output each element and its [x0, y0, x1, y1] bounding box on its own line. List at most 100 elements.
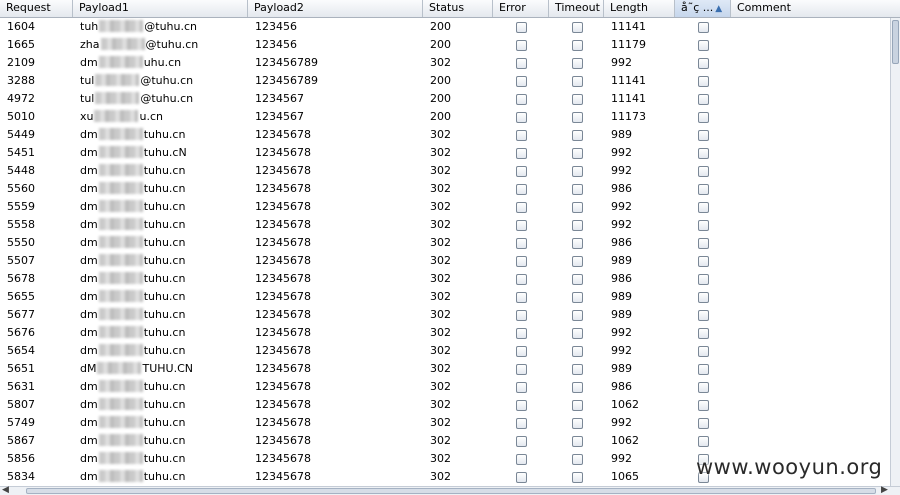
- timeout-checkbox[interactable]: [572, 310, 583, 321]
- flag-checkbox[interactable]: [698, 238, 709, 249]
- error-checkbox[interactable]: [516, 400, 527, 411]
- vertical-scroll-thumb[interactable]: [892, 20, 899, 64]
- flag-checkbox[interactable]: [698, 418, 709, 429]
- flag-checkbox[interactable]: [698, 94, 709, 105]
- table-row[interactable]: 5678 dm tuhu.cn 12345678 302 986: [0, 270, 890, 288]
- table-row[interactable]: 2109 dm uhu.cn 123456789 302 992: [0, 54, 890, 72]
- horizontal-scroll-thumb[interactable]: [26, 488, 876, 494]
- vertical-scrollbar[interactable]: [890, 18, 900, 486]
- table-row[interactable]: 5448 dm tuhu.cn 12345678 302 992: [0, 162, 890, 180]
- table-row[interactable]: 5867 dm tuhu.cn 12345678 302 1062: [0, 432, 890, 450]
- flag-checkbox[interactable]: [698, 310, 709, 321]
- table-row[interactable]: 5655 dm tuhu.cn 12345678 302 989: [0, 288, 890, 306]
- table-row[interactable]: 5010 xu u.cn 1234567 200 11173: [0, 108, 890, 126]
- timeout-checkbox[interactable]: [572, 346, 583, 357]
- timeout-checkbox[interactable]: [572, 400, 583, 411]
- timeout-checkbox[interactable]: [572, 202, 583, 213]
- error-checkbox[interactable]: [516, 40, 527, 51]
- timeout-checkbox[interactable]: [572, 112, 583, 123]
- timeout-checkbox[interactable]: [572, 220, 583, 231]
- error-checkbox[interactable]: [516, 292, 527, 303]
- flag-checkbox[interactable]: [698, 58, 709, 69]
- flag-checkbox[interactable]: [698, 328, 709, 339]
- timeout-checkbox[interactable]: [572, 94, 583, 105]
- table-row[interactable]: 3288 tul @tuhu.cn 123456789 200 11141: [0, 72, 890, 90]
- flag-checkbox[interactable]: [698, 112, 709, 123]
- error-checkbox[interactable]: [516, 22, 527, 33]
- flag-checkbox[interactable]: [698, 76, 709, 87]
- table-row[interactable]: 5559 dm tuhu.cn 12345678 302 992: [0, 198, 890, 216]
- flag-checkbox[interactable]: [698, 436, 709, 447]
- table-row[interactable]: 5449 dm tuhu.cn 12345678 302 989: [0, 126, 890, 144]
- error-checkbox[interactable]: [516, 202, 527, 213]
- scroll-right-arrow-icon[interactable]: ▶: [881, 485, 888, 495]
- timeout-checkbox[interactable]: [572, 238, 583, 249]
- flag-checkbox[interactable]: [698, 382, 709, 393]
- error-checkbox[interactable]: [516, 328, 527, 339]
- flag-checkbox[interactable]: [698, 364, 709, 375]
- error-checkbox[interactable]: [516, 256, 527, 267]
- table-row[interactable]: 5749 dm tuhu.cn 12345678 302 992: [0, 414, 890, 432]
- error-checkbox[interactable]: [516, 238, 527, 249]
- timeout-checkbox[interactable]: [572, 382, 583, 393]
- table-row[interactable]: 5651 dM TUHU.CN 12345678 302 989: [0, 360, 890, 378]
- flag-checkbox[interactable]: [698, 184, 709, 195]
- timeout-checkbox[interactable]: [572, 184, 583, 195]
- scroll-left-arrow-icon[interactable]: ◀: [2, 485, 9, 495]
- horizontal-scrollbar[interactable]: ◀ ▶: [0, 485, 900, 495]
- column-header-request[interactable]: Request: [0, 0, 73, 17]
- timeout-checkbox[interactable]: [572, 148, 583, 159]
- flag-checkbox[interactable]: [698, 202, 709, 213]
- flag-checkbox[interactable]: [698, 346, 709, 357]
- flag-checkbox[interactable]: [698, 400, 709, 411]
- timeout-checkbox[interactable]: [572, 274, 583, 285]
- timeout-checkbox[interactable]: [572, 454, 583, 465]
- flag-checkbox[interactable]: [698, 148, 709, 159]
- flag-checkbox[interactable]: [698, 256, 709, 267]
- column-header-length[interactable]: Length: [604, 0, 675, 17]
- table-row[interactable]: 5451 dm tuhu.cN 12345678 302 992: [0, 144, 890, 162]
- flag-checkbox[interactable]: [698, 22, 709, 33]
- error-checkbox[interactable]: [516, 418, 527, 429]
- error-checkbox[interactable]: [516, 166, 527, 177]
- flag-checkbox[interactable]: [698, 292, 709, 303]
- flag-checkbox[interactable]: [698, 220, 709, 231]
- error-checkbox[interactable]: [516, 76, 527, 87]
- flag-checkbox[interactable]: [698, 40, 709, 51]
- table-row[interactable]: 5550 dm tuhu.cn 12345678 302 986: [0, 234, 890, 252]
- column-header-error[interactable]: Error: [493, 0, 549, 17]
- flag-checkbox[interactable]: [698, 166, 709, 177]
- table-row[interactable]: 5654 dm tuhu.cn 12345678 302 992: [0, 342, 890, 360]
- table-row[interactable]: 5631 dm tuhu.cn 12345678 302 986: [0, 378, 890, 396]
- error-checkbox[interactable]: [516, 454, 527, 465]
- table-row[interactable]: 5807 dm tuhu.cn 12345678 302 1062: [0, 396, 890, 414]
- error-checkbox[interactable]: [516, 382, 527, 393]
- table-row[interactable]: 5676 dm tuhu.cn 12345678 302 992: [0, 324, 890, 342]
- timeout-checkbox[interactable]: [572, 76, 583, 87]
- error-checkbox[interactable]: [516, 130, 527, 141]
- table-row[interactable]: 5507 dm tuhu.cn 12345678 302 989: [0, 252, 890, 270]
- timeout-checkbox[interactable]: [572, 328, 583, 339]
- table-row[interactable]: 5677 dm tuhu.cn 12345678 302 989: [0, 306, 890, 324]
- timeout-checkbox[interactable]: [572, 256, 583, 267]
- timeout-checkbox[interactable]: [572, 472, 583, 483]
- timeout-checkbox[interactable]: [572, 364, 583, 375]
- error-checkbox[interactable]: [516, 436, 527, 447]
- column-header-payload1[interactable]: Payload1: [73, 0, 248, 17]
- column-header-comment[interactable]: Comment: [731, 0, 900, 17]
- error-checkbox[interactable]: [516, 274, 527, 285]
- column-header-timeout[interactable]: Timeout: [549, 0, 604, 17]
- timeout-checkbox[interactable]: [572, 292, 583, 303]
- error-checkbox[interactable]: [516, 310, 527, 321]
- table-row[interactable]: 1604 tuh @tuhu.cn 123456 200 11141: [0, 18, 890, 36]
- timeout-checkbox[interactable]: [572, 58, 583, 69]
- table-row[interactable]: 4972 tul @tuhu.cn 1234567 200 11141: [0, 90, 890, 108]
- error-checkbox[interactable]: [516, 58, 527, 69]
- timeout-checkbox[interactable]: [572, 436, 583, 447]
- flag-checkbox[interactable]: [698, 130, 709, 141]
- timeout-checkbox[interactable]: [572, 130, 583, 141]
- timeout-checkbox[interactable]: [572, 22, 583, 33]
- error-checkbox[interactable]: [516, 112, 527, 123]
- error-checkbox[interactable]: [516, 472, 527, 483]
- table-row[interactable]: 5560 dm tuhu.cn 12345678 302 986: [0, 180, 890, 198]
